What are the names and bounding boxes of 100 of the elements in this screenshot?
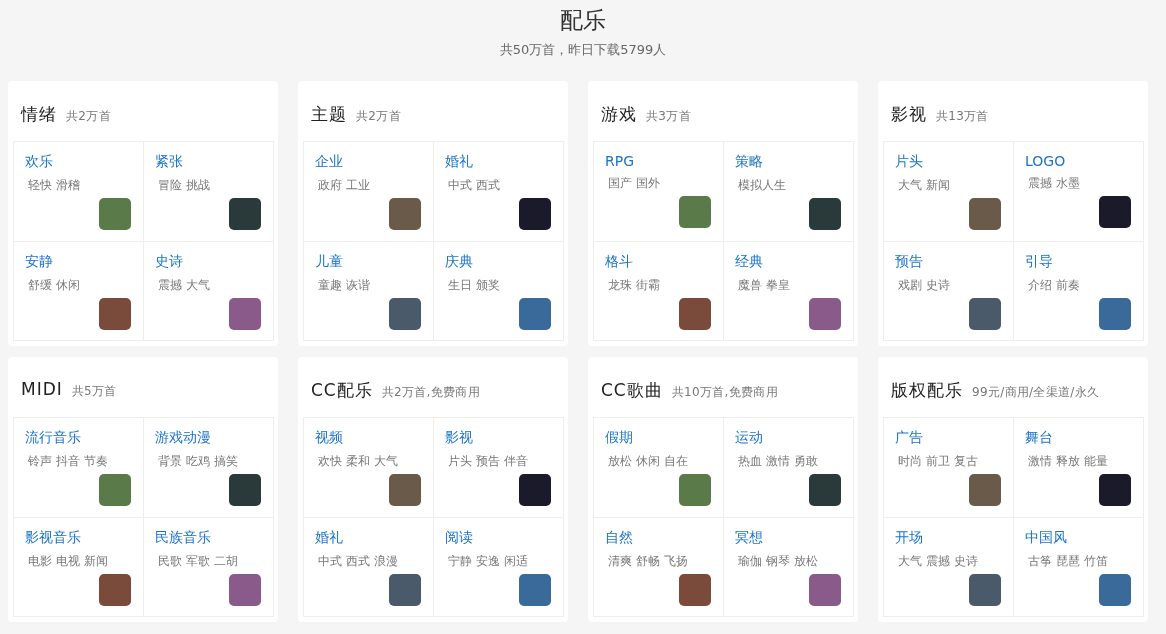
photo-placeholder [519,474,551,506]
photo-placeholder [389,474,421,506]
subcategory-link[interactable]: 开场 [895,528,1001,547]
category-count: 共13万首 [936,108,989,125]
subcategory-link[interactable]: 自然 [605,528,711,547]
subcategory-link[interactable]: 欢乐 [25,153,131,171]
photo-placeholder [969,198,1001,230]
subcategory-link[interactable]: 片头 [895,153,1001,171]
subcategory-link[interactable]: 舞台 [1025,429,1131,447]
photo-placeholder [99,198,131,230]
subcategory-tags: 电影 电视 新闻 [28,552,131,570]
subcategory-tags: 冒险 挑战 [158,177,261,194]
photo-placeholder [809,573,841,606]
category-title: 游戏 [601,103,637,126]
subcategory-link[interactable]: LOGO [1025,153,1131,169]
category-title: MIDI [21,379,63,399]
photo-placeholder [99,573,131,606]
photo-placeholder [229,573,261,606]
subcategory-tags: 民歌 军歌 二胡 [158,552,261,570]
subcategory-tags: 古筝 琵琶 竹笛 [1028,552,1131,570]
photo-placeholder [229,474,261,506]
subcategory-link[interactable]: 广告 [895,429,1001,447]
subcategory-tags: 宁静 安逸 闲适 [448,552,551,570]
subcategory-tags: 童趣 诙谐 [318,276,421,294]
subcategory-link[interactable]: 安静 [25,252,131,271]
subcategory-tags: 欢快 柔和 大气 [318,453,421,470]
subcategory-link[interactable]: 游戏动漫 [155,429,261,447]
photo-placeholder [519,198,551,230]
photo-placeholder [229,297,261,330]
category-count: 共2万首 [66,108,111,125]
subcategory-link[interactable]: 冥想 [735,528,841,547]
subcategory-tags: 轻快 滑稽 [28,177,131,194]
subcategory-link[interactable]: 婚礼 [445,153,551,171]
subcategory-link[interactable]: 视频 [315,429,421,447]
subcategory-link[interactable]: 儿童 [315,252,421,271]
subcategory-link[interactable]: 婚礼 [315,528,421,547]
photo-placeholder [809,198,841,230]
photo-placeholder [389,573,421,606]
subcategory-link[interactable]: 流行音乐 [25,429,131,447]
subcategory-tags: 热血 激情 勇敢 [738,453,841,470]
subcategory-link[interactable]: 民族音乐 [155,528,261,547]
subcategory-link[interactable]: 企业 [315,153,421,171]
subcategory-tags: 国产 国外 [608,175,711,192]
subcategory-link[interactable]: 引导 [1025,252,1131,271]
subcategory-link[interactable]: 阅读 [445,528,551,547]
photo-placeholder [679,573,711,606]
category-count: 共2万首,免费商用 [381,384,480,401]
subcategory-tags: 魔兽 拳皇 [738,276,841,294]
category-title: 主题 [311,103,347,126]
subcategory-tags: 背景 吃鸡 搞笑 [158,453,261,470]
photo-placeholder [679,196,711,228]
subcategory-link[interactable]: 运动 [735,429,841,447]
subcategory-tags: 大气 新闻 [898,177,1001,194]
subcategory-link[interactable]: 影视音乐 [25,528,131,547]
subcategory-tags: 震撼 大气 [158,276,261,294]
subcategory-link[interactable]: 策略 [735,153,841,171]
photo-placeholder [679,474,711,506]
subcategory-tags: 片头 预告 伴音 [448,453,551,470]
subcategory-link[interactable]: 假期 [605,429,711,447]
photo-placeholder [1099,573,1131,606]
photo-placeholder [99,474,131,506]
subcategory-tags: 清爽 舒畅 飞扬 [608,552,711,570]
subcategory-link[interactable]: 影视 [445,429,551,447]
category-title: CC配乐 [311,379,373,402]
category-count: 99元/商用/全渠道/永久 [972,384,1100,401]
photo-placeholder [809,297,841,330]
photo-placeholder [1099,297,1131,330]
category-title: 情绪 [21,103,57,126]
subcategory-tags: 介绍 前奏 [1028,276,1131,294]
page-subtitle: 共50万首，昨日下载5799人 [499,41,667,59]
photo-placeholder [229,198,261,230]
subcategory-link[interactable]: 中国风 [1025,528,1131,547]
subcategory-link[interactable]: 经典 [735,252,841,271]
photo-placeholder [99,297,131,330]
photo-placeholder [389,297,421,330]
subcategory-link[interactable]: 史诗 [155,252,261,271]
photo-placeholder [969,573,1001,606]
category-count: 共3万首 [646,108,691,125]
photo-placeholder [519,573,551,606]
category-count: 共5万首 [71,383,117,400]
subcategory-link[interactable]: 预告 [895,252,1001,271]
photo-placeholder [389,198,421,230]
subcategory-tags: 戏剧 史诗 [898,276,1001,294]
category-title: 影视 [891,103,927,126]
subcategory-tags: 龙珠 街霸 [608,276,711,294]
subcategory-link[interactable]: 庆典 [445,252,551,271]
subcategory-tags: 生日 颁奖 [448,276,551,294]
photo-placeholder [969,474,1001,506]
subcategory-tags: 政府 工业 [318,177,421,194]
subcategory-link[interactable]: RPG [605,153,711,169]
subcategory-tags: 瑜伽 钢琴 放松 [738,552,841,570]
subcategory-tags: 中式 西式 浪漫 [318,552,421,570]
photo-placeholder [809,474,841,506]
subcategory-link[interactable]: 格斗 [605,252,711,271]
subcategory-tags: 时尚 前卫 复古 [898,453,1001,470]
photo-placeholder [1099,474,1131,506]
subcategory-tags: 中式 西式 [448,177,551,194]
page-title: 配乐 [560,6,606,34]
subcategory-link[interactable]: 紧张 [155,153,261,171]
subcategory-tags: 铃声 抖音 节奏 [28,453,131,470]
